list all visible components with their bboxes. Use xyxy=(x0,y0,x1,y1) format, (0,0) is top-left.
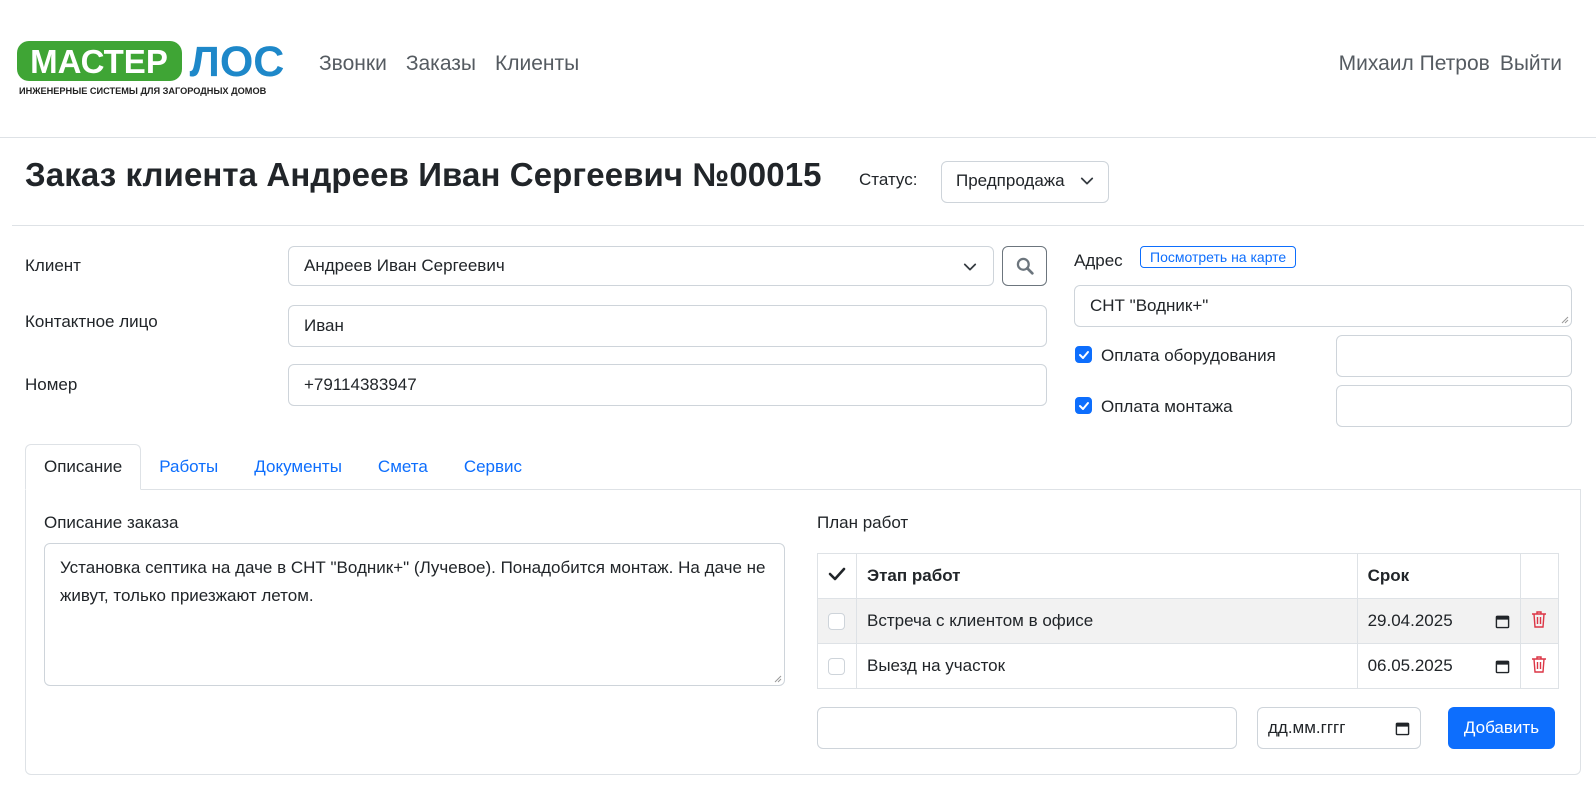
row-deadline-value: 06.05.2025 xyxy=(1367,656,1453,675)
deadline-column-header: Срок xyxy=(1356,553,1522,599)
title-divider xyxy=(12,225,1584,226)
svg-text:ЛОС: ЛОС xyxy=(190,39,285,86)
calendar-icon[interactable] xyxy=(1495,614,1510,629)
contact-value: Иван xyxy=(304,316,344,335)
done-column-header xyxy=(817,553,857,599)
tab-works[interactable]: Работы xyxy=(141,444,236,490)
page-title: Заказ клиента Андреев Иван Сергеевич №00… xyxy=(25,156,822,193)
install-payment-label: Оплата монтажа xyxy=(1101,397,1233,416)
actions-column-header xyxy=(1520,553,1559,599)
plan-label: План работ xyxy=(817,513,909,532)
address-value: СНТ "Водник+" xyxy=(1090,296,1209,315)
row-deadline-input[interactable]: 06.05.2025 xyxy=(1356,643,1522,689)
phone-input[interactable]: +79114383947 xyxy=(288,364,1047,406)
new-stage-input[interactable] xyxy=(817,707,1237,749)
equipment-payment-label: Оплата оборудования xyxy=(1101,346,1276,365)
calendar-icon[interactable] xyxy=(1395,721,1410,736)
logo-graphic: МАСТЕР ЛОС ИНЖЕНЕРНЫЕ СИСТЕМЫ ДЛЯ ЗАГОРО… xyxy=(17,39,285,96)
row-stage: Встреча с клиентом в офисе xyxy=(856,598,1358,644)
phone-label: Номер xyxy=(25,375,78,394)
tab-description[interactable]: Описание xyxy=(25,444,142,490)
row-actions xyxy=(1520,643,1559,689)
description-label: Описание заказа xyxy=(44,513,179,532)
add-stage-button[interactable]: Добавить xyxy=(1448,707,1555,749)
nav-item-calls[interactable]: Звонки xyxy=(319,52,387,76)
new-date-input[interactable]: дд.мм.гггг xyxy=(1257,707,1421,749)
logout-link[interactable]: Выйти xyxy=(1500,52,1562,76)
install-payment-input[interactable] xyxy=(1336,385,1572,427)
phone-value: +79114383947 xyxy=(304,375,417,394)
status-value: Предпродажа xyxy=(956,171,1065,190)
check-icon xyxy=(1078,401,1089,410)
client-select[interactable]: Андреев Иван Сергеевич xyxy=(288,246,994,286)
nav-item-clients[interactable]: Клиенты xyxy=(495,52,579,76)
check-icon xyxy=(1078,350,1089,359)
equipment-payment-input[interactable] xyxy=(1336,335,1572,377)
work-plan-table: Этап работ Срок Встреча с клиентом в офи… xyxy=(817,553,1559,689)
tab-documents[interactable]: Документы xyxy=(236,444,360,490)
brand-logo[interactable]: МАСТЕР ЛОС ИНЖЕНЕРНЫЕ СИСТЕМЫ ДЛЯ ЗАГОРО… xyxy=(17,39,289,99)
nav-item-orders[interactable]: Заказы xyxy=(406,52,476,76)
row-actions xyxy=(1520,598,1559,644)
client-label: Клиент xyxy=(25,256,81,275)
row-deadline-value: 29.04.2025 xyxy=(1367,611,1453,630)
tab-service[interactable]: Сервис xyxy=(446,444,540,490)
stage-column-header: Этап работ xyxy=(856,553,1358,599)
table-header-row: Этап работ Срок xyxy=(817,553,1559,599)
table-row: Встреча с клиентом в офисе 29.04.2025 xyxy=(817,598,1559,644)
status-select[interactable]: Предпродажа xyxy=(941,161,1109,203)
description-text: Установка септика на даче в СНТ "Водник+… xyxy=(60,558,766,605)
resize-grip-icon[interactable] xyxy=(1559,314,1569,324)
chevron-down-icon xyxy=(963,263,977,271)
check-icon xyxy=(828,567,846,580)
status-label: Статус: xyxy=(859,170,918,189)
user-nav: Михаил Петров Выйти xyxy=(1329,52,1562,76)
address-label: Адрес xyxy=(1074,251,1123,270)
calendar-icon[interactable] xyxy=(1495,659,1510,674)
client-value: Андреев Иван Сергеевич xyxy=(304,256,505,275)
svg-text:МАСТЕР: МАСТЕР xyxy=(30,43,168,80)
install-payment-checkbox[interactable] xyxy=(1075,397,1092,414)
view-on-map-button[interactable]: Посмотреть на карте xyxy=(1140,246,1297,268)
top-navbar: МАСТЕР ЛОС ИНЖЕНЕРНЫЕ СИСТЕМЫ ДЛЯ ЗАГОРО… xyxy=(0,0,1596,138)
resize-grip-icon[interactable] xyxy=(772,673,782,683)
row-done-checkbox[interactable] xyxy=(828,658,845,676)
description-textarea[interactable]: Установка септика на даче в СНТ "Водник+… xyxy=(44,543,785,686)
address-textarea[interactable]: СНТ "Водник+" xyxy=(1074,285,1572,327)
new-date-placeholder: дд.мм.гггг xyxy=(1268,718,1346,737)
row-deadline-input[interactable]: 29.04.2025 xyxy=(1356,598,1522,644)
user-name-link[interactable]: Михаил Петров xyxy=(1339,52,1490,76)
client-search-button[interactable] xyxy=(1002,246,1047,286)
svg-text:ИНЖЕНЕРНЫЕ СИСТЕМЫ ДЛЯ ЗАГОРОД: ИНЖЕНЕРНЫЕ СИСТЕМЫ ДЛЯ ЗАГОРОДНЫХ ДОМОВ xyxy=(19,86,267,96)
equipment-payment-checkbox[interactable] xyxy=(1075,346,1092,363)
row-done-checkbox[interactable] xyxy=(828,613,845,631)
main-nav: Звонки Заказы Клиенты xyxy=(319,52,598,76)
contact-label: Контактное лицо xyxy=(25,312,158,331)
chevron-down-icon xyxy=(1080,177,1094,185)
table-row: Выезд на участок 06.05.2025 xyxy=(817,643,1559,689)
search-icon xyxy=(1016,257,1034,275)
tab-estimate[interactable]: Смета xyxy=(360,444,446,490)
order-tabs: Описание Работы Документы Смета Сервис xyxy=(25,444,540,490)
trash-icon[interactable] xyxy=(1531,655,1547,673)
contact-input[interactable]: Иван xyxy=(288,305,1047,347)
trash-icon[interactable] xyxy=(1531,610,1547,628)
row-stage: Выезд на участок xyxy=(856,643,1358,689)
